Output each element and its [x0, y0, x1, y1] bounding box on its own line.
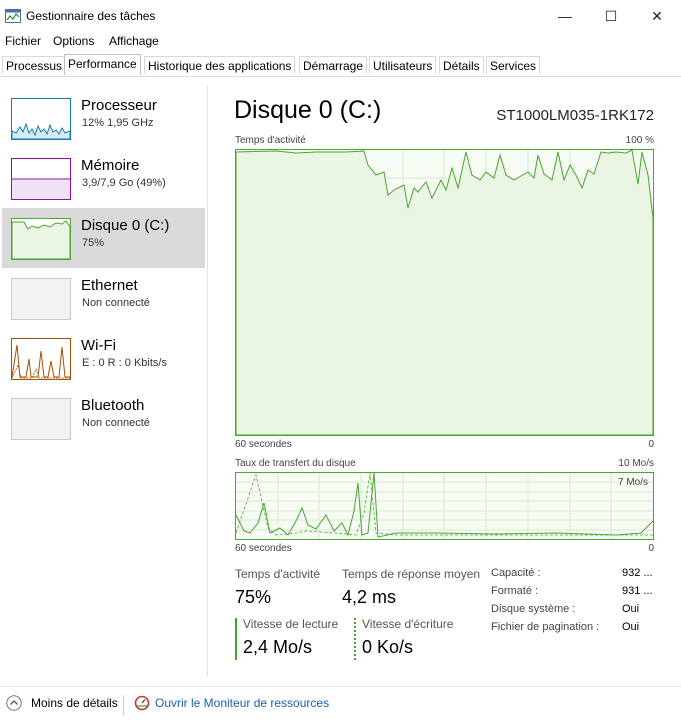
tab-bar: Processus Performance Historique des app… — [0, 54, 681, 77]
bluetooth-thumbnail-graph — [11, 398, 71, 440]
disk-model: ST1000LM035-1RK172 — [496, 107, 654, 124]
ethernet-thumbnail-graph — [11, 278, 71, 320]
read-speed-indicator — [235, 618, 237, 660]
response-stat-value: 4,2 ms — [342, 587, 397, 607]
minimize-button[interactable]: — — [542, 0, 588, 32]
page-title: Disque 0 (C:) — [234, 96, 382, 124]
activity-stat-value: 75% — [235, 587, 272, 607]
write-speed-value: 0 Ko/s — [362, 637, 414, 657]
read-speed-label: Vitesse de lecture — [243, 617, 339, 631]
sidebar: Processeur 12% 1,95 GHz Mémoire 3,9/7,9 … — [0, 86, 208, 676]
write-speed-indicator — [354, 618, 356, 660]
tab-utilisateurs[interactable]: Utilisateurs — [369, 56, 437, 74]
footer-divider — [123, 695, 124, 715]
disk-detail-panel: Disque 0 (C:) ST1000LM035-1RK172 Temps d… — [216, 86, 666, 676]
sidebar-item-memoire[interactable]: Mémoire 3,9/7,9 Go (49%) — [2, 148, 205, 208]
disk-thumbnail-graph — [11, 218, 71, 260]
write-speed-label: Vitesse d'écriture — [362, 617, 454, 631]
transfer-graph-scale: 7 Mo/s — [617, 477, 648, 488]
less-details-link[interactable]: Moins de détails — [31, 696, 118, 710]
sidebar-item-sub: E : 0 R : 0 Kbits/s — [82, 357, 167, 369]
close-button[interactable]: ✕ — [634, 0, 680, 32]
formatted-value: 931 ... — [622, 585, 653, 597]
memory-thumbnail-graph — [11, 158, 71, 200]
tab-demarrage[interactable]: Démarrage — [299, 56, 368, 74]
tab-processus[interactable]: Processus — [2, 56, 67, 74]
sidebar-item-label: Bluetooth — [81, 397, 145, 414]
sidebar-item-bluetooth[interactable]: Bluetooth Non connecté — [2, 388, 205, 448]
capacity-value: 932 ... — [622, 567, 653, 579]
system-disk-label: Disque système : — [491, 603, 576, 615]
menu-fichier[interactable]: Fichier — [5, 34, 41, 48]
sidebar-item-sub: 3,9/7,9 Go (49%) — [82, 177, 166, 189]
sidebar-item-sub: 75% — [82, 237, 105, 249]
wifi-thumbnail-graph — [11, 338, 71, 380]
activity-graph-label: Temps d'activité — [235, 135, 306, 146]
chevron-up-icon[interactable] — [6, 695, 22, 711]
task-manager-icon — [5, 9, 21, 23]
transfer-graph-max: 10 Mo/s — [618, 458, 654, 469]
sidebar-item-label: Disque 0 (C:) — [81, 217, 170, 234]
tab-services[interactable]: Services — [486, 56, 541, 74]
page-file-label: Fichier de pagination : — [491, 621, 600, 633]
read-speed-value: 2,4 Mo/s — [243, 637, 313, 657]
transfer-graph — [235, 472, 654, 540]
resource-monitor-icon[interactable] — [134, 695, 150, 711]
activity-stat-label: Temps d'activité — [235, 567, 320, 581]
formatted-label: Formaté : — [491, 585, 539, 597]
tab-historique[interactable]: Historique des applications — [144, 56, 296, 74]
menu-bar: Fichier Options Affichage — [0, 32, 681, 52]
response-stat-label: Temps de réponse moyen — [342, 567, 481, 581]
resource-monitor-link[interactable]: Ouvrir le Moniteur de ressources — [155, 696, 329, 710]
sidebar-item-label: Processeur — [81, 97, 157, 114]
cpu-thumbnail-graph — [11, 98, 71, 140]
capacity-label: Capacité : — [491, 567, 541, 579]
system-disk-value: Oui — [622, 603, 640, 615]
tab-performance[interactable]: Performance — [64, 54, 141, 75]
title-bar: Gestionnaire des tâches — ☐ ✕ — [0, 0, 681, 32]
footer: Moins de détails Ouvrir le Moniteur de r… — [0, 686, 681, 725]
sidebar-item-ethernet[interactable]: Ethernet Non connecté — [2, 268, 205, 328]
sidebar-item-label: Ethernet — [81, 277, 138, 294]
activity-graph-min: 0 — [648, 439, 654, 450]
sidebar-item-sub: Non connecté — [82, 297, 150, 309]
sidebar-item-label: Mémoire — [81, 157, 140, 174]
window-title: Gestionnaire des tâches — [26, 9, 156, 23]
sidebar-item-disque[interactable]: Disque 0 (C:) 75% — [2, 208, 205, 268]
activity-graph — [235, 149, 654, 436]
maximize-button[interactable]: ☐ — [588, 0, 634, 32]
activity-graph-max: 100 % — [625, 135, 654, 146]
transfer-graph-label: Taux de transfert du disque — [235, 458, 356, 469]
sidebar-item-sub: 12% 1,95 GHz — [82, 117, 154, 129]
sidebar-item-wifi[interactable]: Wi-Fi E : 0 R : 0 Kbits/s — [2, 328, 205, 388]
transfer-graph-min: 0 — [648, 543, 654, 554]
sidebar-item-label: Wi-Fi — [81, 337, 116, 354]
menu-affichage[interactable]: Affichage — [109, 34, 159, 48]
sidebar-item-sub: Non connecté — [82, 417, 150, 429]
menu-options[interactable]: Options — [53, 34, 94, 48]
transfer-graph-time: 60 secondes — [235, 543, 292, 554]
sidebar-item-processeur[interactable]: Processeur 12% 1,95 GHz — [2, 88, 205, 148]
page-file-value: Oui — [622, 621, 640, 633]
activity-graph-time: 60 secondes — [235, 439, 292, 450]
tab-details[interactable]: Détails — [439, 56, 484, 74]
